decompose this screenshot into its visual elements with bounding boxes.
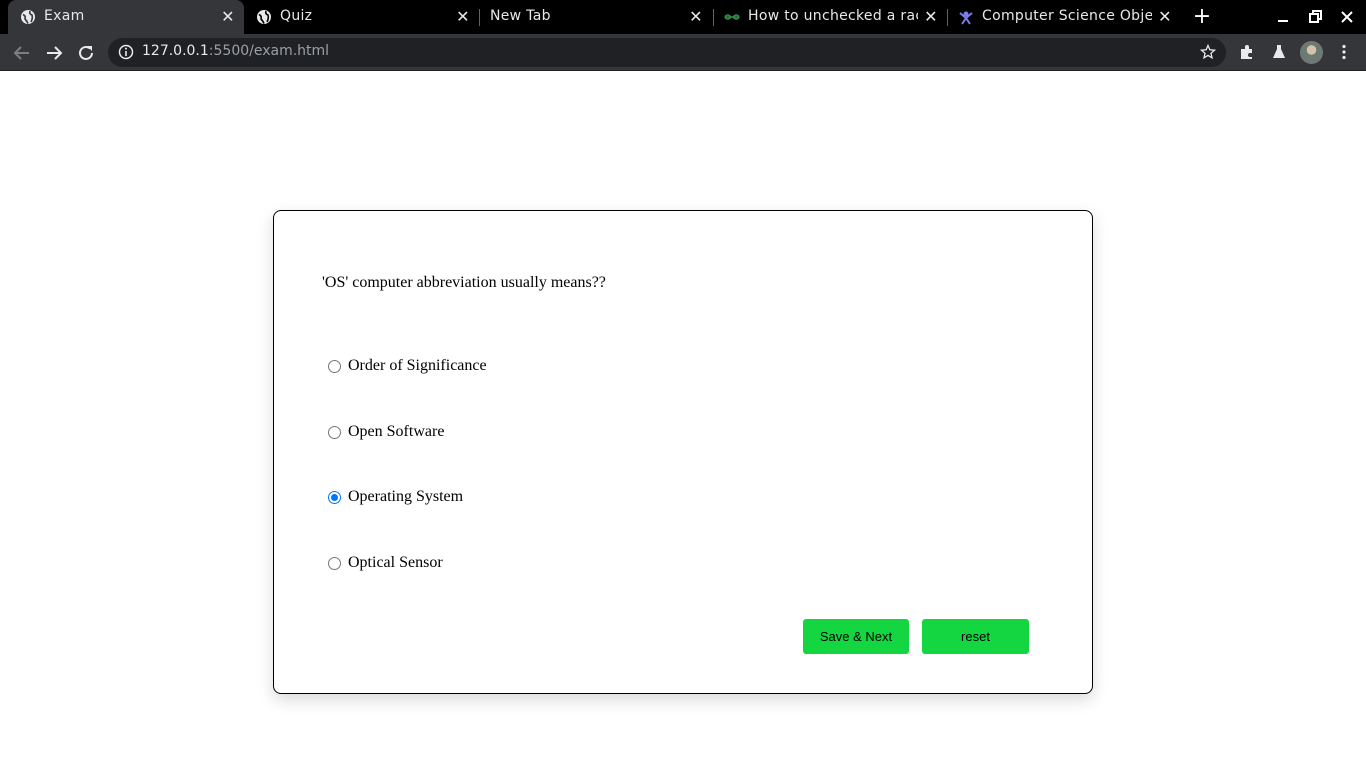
tab-exam[interactable]: Exam ✕ [8,0,244,34]
tab-computer-science[interactable]: Computer Science Objec ✕ [946,0,1180,34]
reload-button[interactable] [74,41,98,65]
back-button[interactable] [10,41,34,65]
close-icon[interactable]: ✕ [220,9,236,25]
address-bar[interactable]: 127.0.0.1:5500/exam.html [108,38,1226,67]
save-next-button[interactable]: Save & Next [803,619,909,654]
tab-title: Quiz [280,8,313,24]
option-open-software[interactable]: Open Software [322,423,444,441]
arrow-right-icon [47,46,63,60]
labs-flask-icon[interactable] [1270,43,1288,61]
kebab-menu-icon[interactable] [1335,43,1353,61]
radio-button[interactable] [328,359,341,373]
geeksforgeeks-icon [724,9,740,25]
arrow-left-icon [13,46,29,60]
option-label: Operating System [348,488,464,505]
tab-new-tab[interactable]: New Tab ✕ [478,0,712,34]
tab-strip: Exam ✕ Quiz ✕ New Tab ✕ How to unchecked… [0,0,1366,34]
profile-avatar[interactable] [1300,41,1323,64]
option-label: Open Software [348,423,445,440]
exam-card: 'OS' computer abbreviation usually means… [273,210,1093,694]
question-text: 'OS' computer abbreviation usually means… [322,274,606,291]
new-tab-button[interactable]: + [1191,6,1213,28]
radio-button[interactable] [328,556,341,570]
option-label: Order of Significance [348,357,487,374]
tab-quiz[interactable]: Quiz ✕ [244,0,478,34]
globe-icon [256,9,272,25]
tab-title: Computer Science Objec [982,8,1152,24]
site-logo-icon [958,9,974,25]
radio-button-checked[interactable] [328,490,341,504]
url-host: 127.0.0.1 [142,43,209,59]
close-icon[interactable]: ✕ [455,9,471,25]
url-path: :5500/exam.html [208,43,330,59]
option-optical-sensor[interactable]: Optical Sensor [322,554,443,572]
close-icon[interactable]: ✕ [688,9,704,25]
forward-button[interactable] [42,41,66,65]
tab-how-to-uncheck[interactable]: How to unchecked a rac ✕ [712,0,946,34]
close-icon[interactable]: ✕ [923,9,939,25]
close-window-icon[interactable] [1338,8,1356,26]
info-icon[interactable] [118,44,134,60]
option-operating-system[interactable]: Operating System [322,488,463,506]
tab-title: Exam [44,8,85,24]
reload-icon [79,45,93,60]
browser-toolbar: 127.0.0.1:5500/exam.html [0,34,1366,71]
close-icon[interactable]: ✕ [1157,9,1173,25]
tab-title: New Tab [490,8,551,24]
option-order-of-significance[interactable]: Order of Significance [322,357,487,375]
option-label: Optical Sensor [348,554,443,571]
bookmark-star-icon[interactable] [1200,44,1216,60]
restore-icon[interactable] [1306,8,1324,26]
minimize-icon[interactable] [1274,8,1292,26]
globe-icon [20,9,36,25]
url-text: 127.0.0.1:5500/exam.html [142,43,329,59]
tab-title: How to unchecked a rac [748,8,918,24]
reset-button[interactable]: reset [922,619,1029,654]
extensions-puzzle-icon[interactable] [1238,43,1256,61]
radio-button[interactable] [328,425,341,439]
